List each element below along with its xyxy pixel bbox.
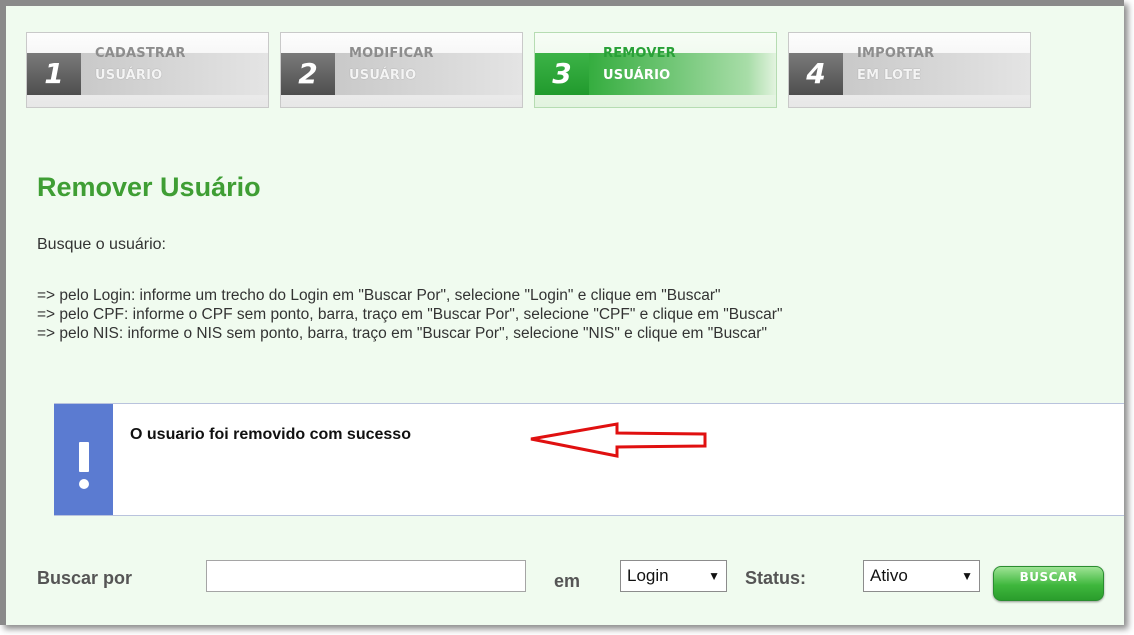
instruction-cpf: => pelo CPF: informe o CPF sem ponto, ba…	[37, 306, 783, 323]
step-label-line1: REMOVER	[603, 46, 676, 61]
step-label-line1: MODIFICAR	[349, 46, 434, 61]
chevron-down-icon: ▼	[708, 569, 720, 583]
instruction-nis: => pelo NIS: informe o NIS sem ponto, ba…	[37, 325, 767, 342]
step-number: 3	[535, 53, 589, 95]
search-input[interactable]	[206, 560, 526, 592]
in-label: em	[554, 571, 581, 591]
step-label-line2: EM LOTE	[857, 68, 922, 83]
step-number: 4	[789, 53, 843, 95]
page-title: Remover Usuário	[37, 172, 261, 202]
step-label: MODIFICAR USUÁRIO	[349, 43, 434, 87]
step-label: IMPORTAR EM LOTE	[857, 43, 934, 87]
field-select[interactable]: Login ▼	[620, 560, 727, 592]
intro-text: Busque o usuário:	[37, 236, 166, 253]
chevron-down-icon: ▼	[961, 569, 973, 583]
step-label-line2: USUÁRIO	[349, 68, 417, 83]
field-select-value: Login	[627, 566, 669, 585]
step-label-line1: CADASTRAR	[95, 46, 186, 61]
step-cadastrar-usuario[interactable]: 1 CADASTRAR USUÁRIO	[26, 32, 269, 108]
step-modificar-usuario[interactable]: 2 MODIFICAR USUÁRIO	[280, 32, 523, 108]
step-number: 1	[27, 53, 81, 95]
app-frame: 1 CADASTRAR USUÁRIO 2 MODIFICAR USUÁRIO …	[0, 0, 1124, 625]
step-label-line1: IMPORTAR	[857, 46, 935, 61]
instructions: => pelo Login: informe um trecho do Logi…	[37, 286, 782, 343]
step-importar-em-lote[interactable]: 4 IMPORTAR EM LOTE	[788, 32, 1031, 108]
instruction-login: => pelo Login: informe um trecho do Logi…	[37, 287, 721, 304]
step-number: 2	[281, 53, 335, 95]
step-remover-usuario[interactable]: 3 REMOVER USUÁRIO	[534, 32, 777, 108]
notice-message: O usuario foi removido com sucesso	[130, 426, 411, 443]
step-label-line2: USUÁRIO	[95, 68, 163, 83]
notice-bar	[54, 404, 113, 515]
step-label: REMOVER USUÁRIO	[603, 43, 676, 87]
status-select-value: Ativo	[870, 566, 908, 585]
search-label: Buscar por	[37, 568, 133, 588]
status-label: Status:	[745, 568, 807, 588]
step-label-line2: USUÁRIO	[603, 68, 671, 83]
status-select[interactable]: Ativo ▼	[863, 560, 980, 592]
annotation-arrow-icon	[530, 422, 707, 458]
buscar-button[interactable]: BUSCAR	[993, 566, 1104, 601]
step-label: CADASTRAR USUÁRIO	[95, 43, 186, 87]
